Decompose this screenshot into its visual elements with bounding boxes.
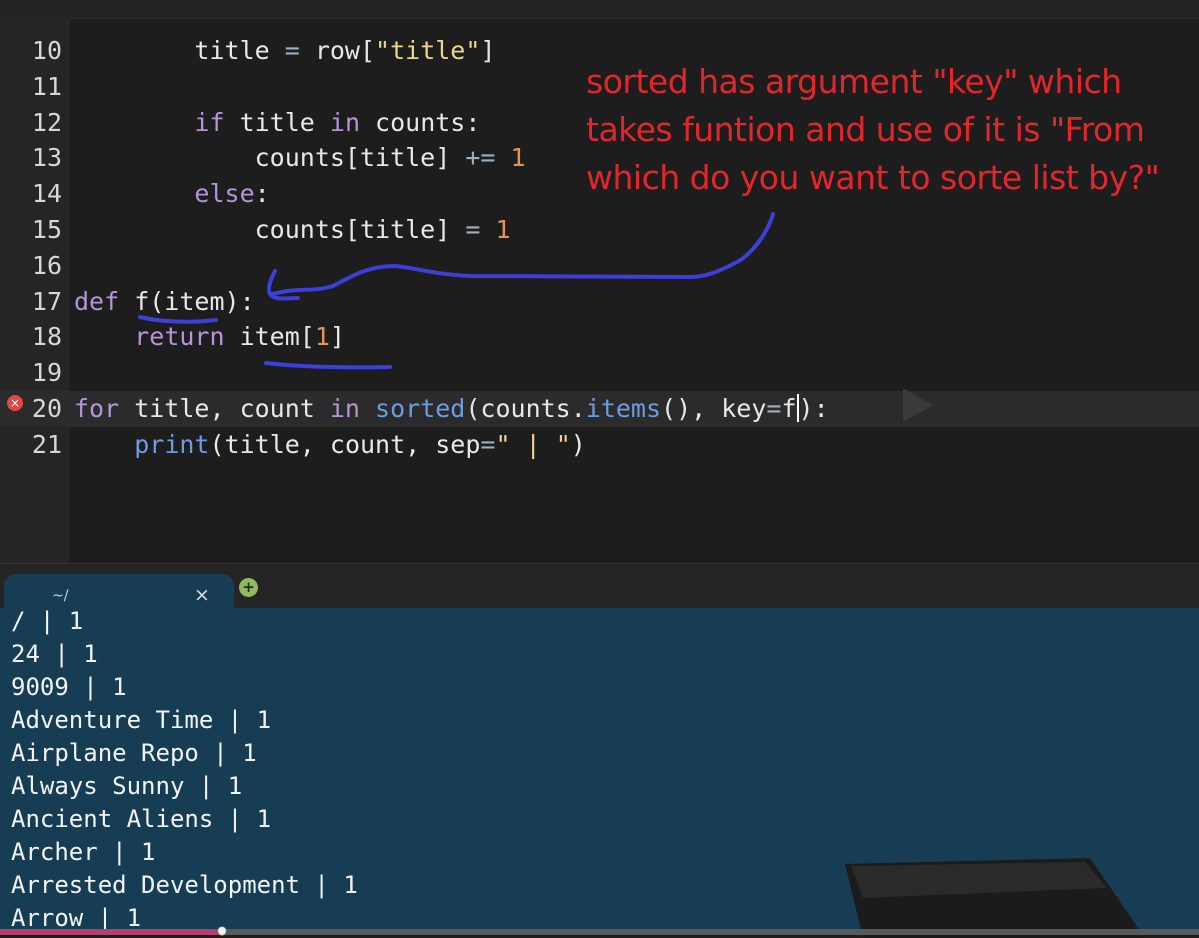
terminal-tab-label: ~/ bbox=[52, 588, 69, 604]
code-line[interactable]: 17 def f(item): bbox=[0, 284, 1199, 320]
code-text[interactable]: if title in counts: bbox=[74, 105, 480, 141]
line-number: 11 bbox=[31, 71, 62, 101]
terminal-output-line: Archer | 1 bbox=[11, 838, 156, 866]
progress-scrubber[interactable] bbox=[0, 926, 1199, 936]
code-token: if bbox=[194, 107, 225, 137]
terminal-tab-bar: ~/ × + bbox=[0, 563, 1199, 610]
code-token: (), key bbox=[661, 394, 767, 423]
annotation-line: which do you want to sorte list by?" bbox=[586, 158, 1160, 197]
code-token: 1 bbox=[495, 215, 511, 244]
code-line[interactable]: 16 bbox=[0, 248, 1199, 284]
code-token: items bbox=[585, 394, 662, 423]
code-token: counts[title] bbox=[74, 215, 466, 244]
code-token: ) bbox=[570, 429, 586, 459]
line-number: 19 bbox=[31, 358, 62, 388]
new-tab-icon[interactable]: + bbox=[239, 578, 258, 597]
line-number: 17 bbox=[31, 286, 62, 316]
code-token: f(item): bbox=[119, 286, 255, 316]
code-text[interactable]: counts[title] += 1 bbox=[74, 140, 526, 176]
editor-tab-strip bbox=[0, 0, 1199, 19]
error-marker-icon[interactable]: × bbox=[7, 395, 23, 411]
code-token: ] bbox=[480, 36, 496, 65]
terminal-output-line: Ancient Aliens | 1 bbox=[11, 805, 272, 833]
code-text[interactable]: for title, count in sorted(counts.items(… bbox=[74, 391, 829, 427]
terminal-output-line: / | 1 bbox=[11, 608, 84, 635]
code-text[interactable]: title = row["title"] bbox=[74, 33, 495, 69]
code-token: " | " bbox=[495, 429, 571, 459]
code-token: in bbox=[329, 107, 360, 137]
code-text[interactable]: counts[title] = 1 bbox=[74, 212, 511, 248]
code-token: ] bbox=[329, 322, 345, 352]
code-token: row[ bbox=[299, 36, 376, 65]
code-token: def bbox=[74, 286, 120, 316]
terminal-output-line: Always Sunny | 1 bbox=[11, 772, 243, 800]
code-token: (title, count, sep bbox=[209, 429, 481, 459]
code-token: 1 bbox=[314, 322, 330, 352]
code-token: title bbox=[74, 36, 285, 65]
terminal-tab[interactable]: ~/ × bbox=[4, 574, 234, 610]
terminal-output-line: Arrow | 1 bbox=[11, 904, 142, 929]
code-line[interactable]: 21 print(title, count, sep=" | ") bbox=[0, 427, 1199, 463]
code-token: = bbox=[284, 36, 300, 65]
code-token: "title" bbox=[375, 36, 481, 65]
code-token: (counts. bbox=[465, 394, 586, 423]
terminal-output-line: Airplane Repo | 1 bbox=[11, 739, 257, 767]
code-token: print bbox=[134, 429, 210, 459]
annotation-line: sorted has argument "key" which bbox=[586, 62, 1122, 101]
code-token: counts: bbox=[360, 107, 481, 137]
code-token: counts[title] bbox=[74, 143, 466, 173]
line-number: 15 bbox=[31, 215, 62, 244]
code-token: = bbox=[766, 394, 782, 423]
progress-fill bbox=[0, 929, 222, 935]
run-button[interactable] bbox=[903, 388, 933, 422]
code-line[interactable]: 18 return item[1] bbox=[0, 319, 1199, 355]
code-text[interactable]: return item[1] bbox=[74, 319, 345, 355]
code-line[interactable]: 20 for title, count in sorted(counts.item… bbox=[0, 391, 1199, 427]
code-token: += bbox=[465, 143, 496, 173]
code-editor[interactable]: 10 title = row["title"] 11 12 if title in … bbox=[0, 0, 1199, 563]
code-token: else bbox=[194, 179, 255, 209]
code-token: title bbox=[224, 107, 330, 137]
code-token: 1 bbox=[510, 143, 526, 173]
code-token: return bbox=[134, 322, 225, 352]
close-tab-icon[interactable]: × bbox=[194, 584, 210, 606]
annotation-line: takes funtion and use of it is "From bbox=[586, 110, 1145, 149]
code-token: ): bbox=[798, 394, 829, 423]
code-token: for bbox=[74, 394, 120, 423]
code-token: f bbox=[781, 394, 797, 423]
line-number: 14 bbox=[31, 179, 62, 209]
code-token: = bbox=[480, 429, 496, 459]
line-number: 12 bbox=[31, 107, 62, 137]
line-number: 18 bbox=[31, 322, 62, 352]
terminal-output-line: 9009 | 1 bbox=[11, 673, 127, 701]
code-token: = bbox=[465, 215, 481, 244]
terminal-output-line: Arrested Development | 1 bbox=[11, 871, 358, 899]
obstruction-overlay bbox=[845, 858, 1145, 938]
red-annotation-note: sorted has argument "key" which takes fu… bbox=[586, 58, 1196, 202]
line-number: 10 bbox=[31, 36, 62, 65]
code-token: title, count bbox=[119, 394, 330, 423]
line-number: 16 bbox=[31, 250, 62, 280]
terminal-output-line: Adventure Time | 1 bbox=[11, 706, 272, 734]
code-line[interactable]: 19 bbox=[0, 355, 1199, 391]
code-text[interactable]: def f(item): bbox=[74, 284, 255, 320]
code-token: : bbox=[254, 179, 270, 209]
code-line[interactable]: 15 counts[title] = 1 bbox=[0, 212, 1199, 248]
code-token: sorted bbox=[375, 394, 466, 423]
code-token: item[ bbox=[224, 322, 315, 352]
code-token: in bbox=[329, 394, 360, 423]
line-number: 21 bbox=[31, 429, 62, 459]
line-number: 13 bbox=[31, 143, 62, 173]
terminal-output-line: 24 | 1 bbox=[11, 640, 98, 668]
code-text[interactable]: print(title, count, sep=" | ") bbox=[74, 427, 586, 463]
code-text[interactable]: else: bbox=[74, 176, 270, 212]
